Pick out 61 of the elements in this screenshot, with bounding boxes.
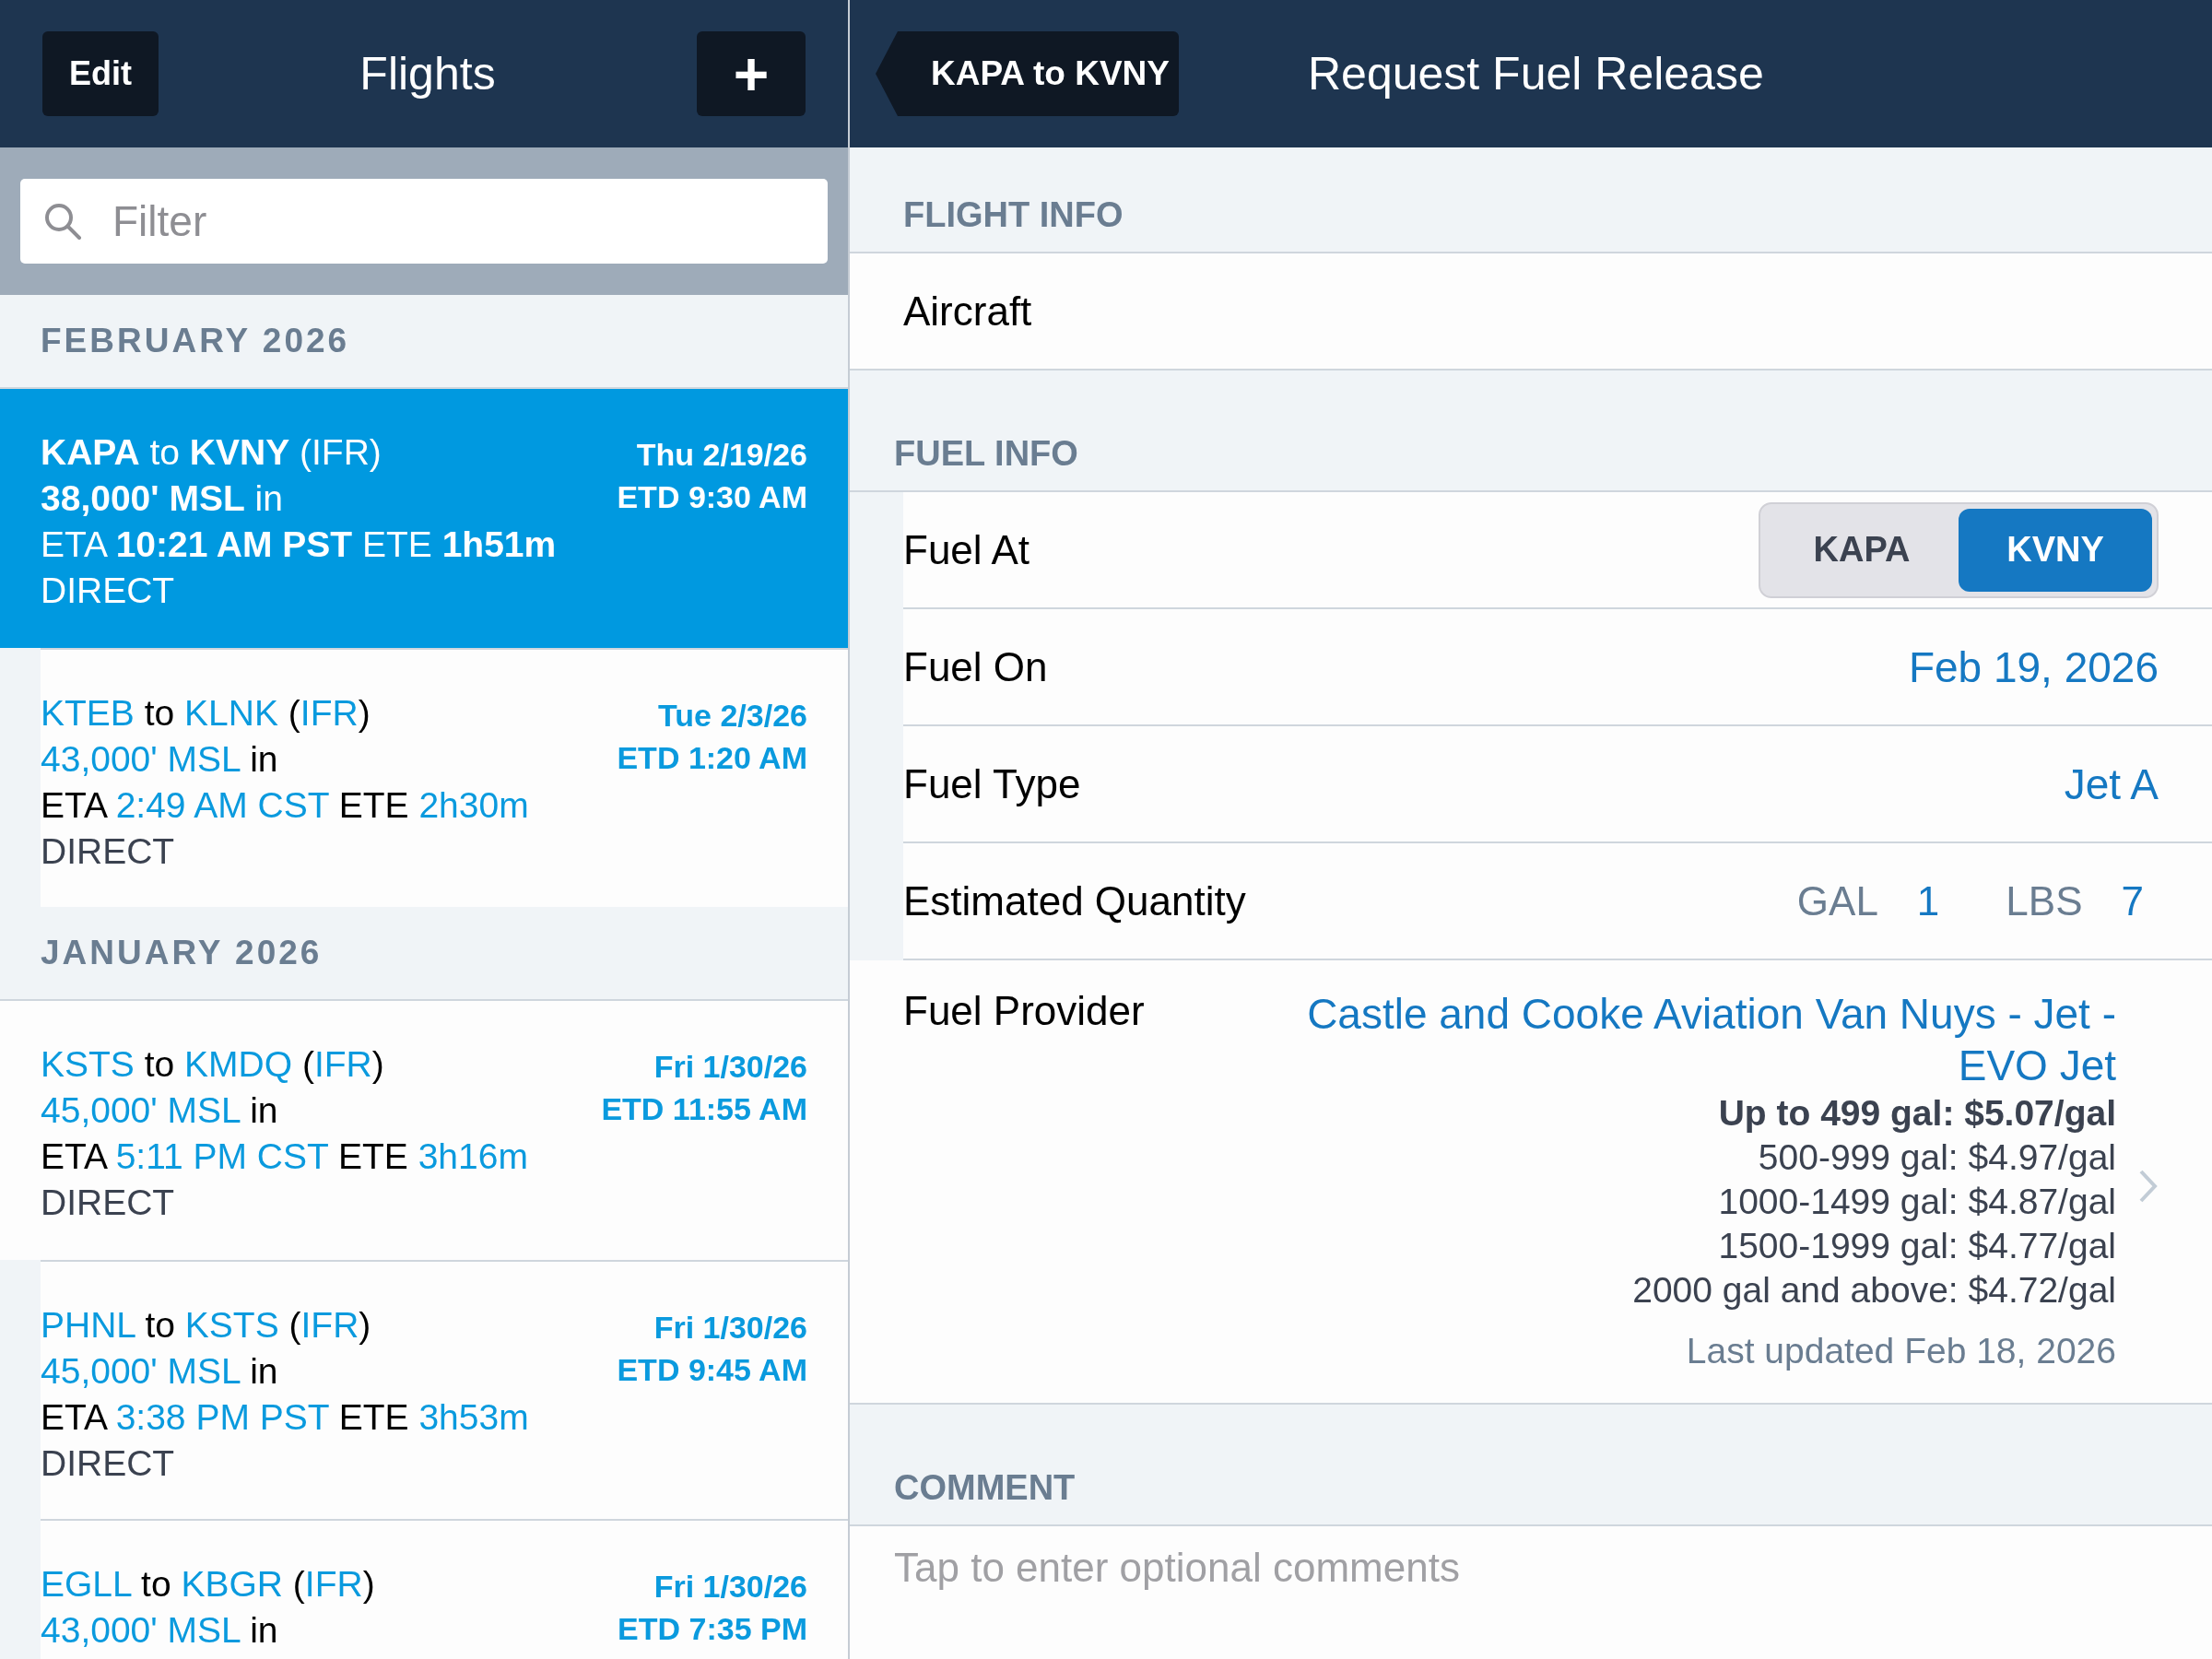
price-tier-text: 2000 gal and above: $4.72/gal [1631,1269,2116,1312]
field-label: Aircraft [903,288,1032,335]
fuel-type-value[interactable]: Jet A [2064,759,2159,809]
unit-label: LBS [2006,877,2083,924]
add-button[interactable]: + [697,31,806,116]
route-text: DIRECT [41,570,176,612]
price-tier-text: 1500-1999 gal: $4.77/gal [1717,1225,2116,1267]
flight-date: Fri 1/30/26 [653,1568,807,1606]
departure-time: ETD 9:30 AM [617,478,807,516]
quantity-value[interactable]: 7 [2121,877,2144,924]
filter-field[interactable]: Filter [20,179,828,264]
back-button[interactable]: KAPA to KVNY [876,31,1179,116]
route-text: DIRECT [41,830,176,873]
departure-time: ETD 1:20 AM [617,739,807,777]
flight-detail: KAPA to KVNY (IFR) [41,431,382,474]
departure-time: ETD 9:45 AM [617,1351,807,1389]
flight-detail: ETA 10:21 AM PST ETE 1h51m [41,524,557,566]
departure-time: ETD 11:55 AM [601,1090,807,1128]
field-label: Fuel Type [903,760,1081,807]
date-value[interactable]: Feb 19, 2026 [1908,641,2159,692]
segment-option[interactable]: KAPA [1765,508,1959,592]
flight-row[interactable]: KTEB to KLNK (IFR) 43,000' MSL in ETA 2:49 AM CST ETE 2h30m DIRECT Tue 2/3/26 ETD 1:20 AM [41,648,848,907]
flight-date: Thu 2/19/26 [635,436,807,474]
flight-row[interactable]: EGLL to KBGR (IFR) 43,000' MSL in Fri 1/30/26 ETD 7:35 PM [41,1519,848,1659]
edit-button[interactable]: Edit [42,31,159,116]
route-text: DIRECT [41,1182,176,1224]
flight-date: Tue 2/3/26 [657,697,807,735]
flight-detail: PHNL to KSTS (IFR) [41,1304,372,1347]
flight-detail: ETA 5:11 PM CST ETE 3h16m [41,1135,528,1178]
price-tier-text: Up to 499 gal: $5.07/gal [1717,1092,2116,1135]
list-title: Flights [359,47,496,100]
flight-row[interactable]: PHNL to KSTS (IFR) 45,000' MSL in ETA 3:38 PM PST ETE 3h53m DIRECT Fri 1/30/26 ETD 9:45 AM [41,1260,848,1519]
flight-date: Fri 1/30/26 [653,1309,807,1347]
quantity-value[interactable]: 1 [1916,877,1940,924]
field-label: Estimated Quantity [903,877,1246,924]
flight-detail: 43,000' MSL in [41,1609,279,1652]
flight-detail: ETA 2:49 AM CST ETE 2h30m [41,784,529,827]
unit-label: GAL [1796,877,1878,924]
last-updated-text: Last updated Feb 18, 2026 [1685,1331,2116,1371]
field-label: Fuel Provider [903,988,1145,1034]
provider-name[interactable]: Castle and Cooke Aviation Van Nuys - Jet - EVO Jet [1236,988,2116,1091]
departure-time: ETD 7:35 PM [618,1610,807,1648]
route-text: DIRECT [41,1442,176,1485]
flight-detail: EGLL to KBGR (IFR) [41,1563,375,1606]
field-label: Fuel On [903,643,1048,690]
chevron-icon [2138,1169,2159,1204]
price-tier-text: 1000-1499 gal: $4.87/gal [1717,1181,2116,1223]
comment-field[interactable]: Tap to enter optional comments [850,1526,2212,1659]
flight-detail: ETA 3:38 PM PST ETE 3h53m [41,1396,529,1439]
flight-detail: 38,000' MSL in [41,477,284,520]
flight-detail: KTEB to KLNK (IFR) [41,692,371,735]
flight-date: Fri 1/30/26 [653,1048,807,1086]
flight-detail: 45,000' MSL in [41,1350,279,1393]
page-title: Request Fuel Release [1308,47,1764,100]
flight-row[interactable]: KSTS to KMDQ (IFR) 45,000' MSL in ETA 5:11 PM CST ETE 3h16m DIRECT Fri 1/30/26 ETD 11:55 AM [0,1001,848,1260]
flight-detail: 45,000' MSL in [41,1089,279,1132]
flight-detail: 43,000' MSL in [41,738,279,781]
price-tier-text: 500-999 gal: $4.97/gal [1757,1136,2116,1179]
flight-detail: KSTS to KMDQ (IFR) [41,1043,385,1086]
segment-option[interactable]: KVNY [1959,508,2152,592]
field-label: Fuel At [903,526,1030,573]
